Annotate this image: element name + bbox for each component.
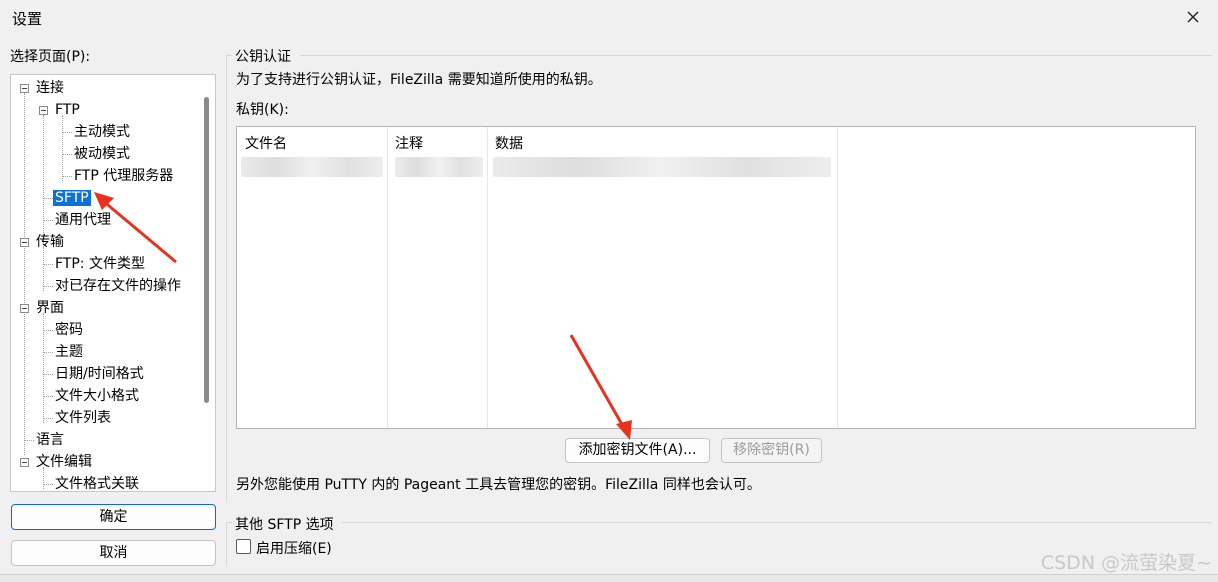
page-select-label: 选择页面(P):: [10, 49, 91, 65]
dialog-title: 设置: [12, 10, 43, 28]
pageant-note: 另外您能使用 PuTTY 内的 Pageant 工具去管理您的密钥。FileZi…: [236, 477, 761, 493]
tree-item-label: 被动模式: [74, 146, 130, 162]
group-border: [226, 522, 227, 566]
column-separator: [487, 127, 488, 428]
close-button[interactable]: [1180, 4, 1206, 30]
redacted-cell: [241, 157, 383, 177]
collapse-toggle-icon[interactable]: [20, 304, 29, 313]
tree-connector: [43, 115, 44, 249]
tree-item-passwords[interactable]: 密码: [55, 320, 83, 340]
group-border: [226, 55, 227, 501]
tree-item-file-exists-action[interactable]: 对已存在文件的操作: [55, 276, 181, 296]
tree-connector: [62, 132, 72, 133]
tree-connector: [43, 396, 53, 397]
collapse-toggle-icon[interactable]: [20, 238, 29, 247]
tree-item-transfer[interactable]: 传输: [36, 232, 64, 252]
tree-item-label: 主题: [55, 344, 83, 360]
tree-connector: [43, 484, 53, 485]
tree-connector: [43, 264, 53, 265]
pubkey-description: 为了支持进行公钥认证，FileZilla 需要知道所使用的私钥。: [236, 72, 602, 88]
tree-item-label: 对已存在文件的操作: [55, 278, 181, 294]
tree-item-label: 文件列表: [55, 410, 111, 426]
settings-dialog: { "dialog": { "title": "设置", "close_icon…: [0, 0, 1218, 582]
tree-item-label: 连接: [36, 80, 64, 96]
column-header-comment[interactable]: 注释: [395, 133, 423, 153]
tree-item-passive-mode[interactable]: 被动模式: [74, 144, 130, 164]
collapse-toggle-icon[interactable]: [20, 84, 29, 93]
ok-button-label: 确定: [99, 509, 128, 525]
page-tree: 连接 FTP 主动模式 被动模式 FTP 代理服务器 SFTP 通用代理 传输 …: [10, 74, 216, 492]
tree-connector: [43, 286, 53, 287]
tree-connector: [62, 154, 72, 155]
tree-connector: [43, 374, 53, 375]
redacted-cell: [395, 157, 483, 177]
tree-item-label: 主动模式: [74, 124, 130, 140]
collapse-toggle-icon[interactable]: [20, 458, 29, 467]
tree-item-label: 传输: [36, 234, 64, 250]
tree-scrollbar[interactable]: [204, 97, 209, 403]
tree-item-interface[interactable]: 界面: [36, 298, 64, 318]
column-header-filename[interactable]: 文件名: [245, 133, 287, 153]
add-key-file-label: 添加密钥文件(A)...: [578, 442, 697, 458]
tree-item-label: 界面: [36, 300, 64, 316]
annotation-arrow-icon: [94, 192, 177, 264]
tree-item-label: FTP 代理服务器: [74, 168, 174, 184]
tree-connector: [62, 176, 72, 177]
tree-item-label: 文件编辑: [36, 454, 92, 470]
tree-connector: [43, 330, 53, 331]
tree-item-language[interactable]: 语言: [36, 430, 64, 450]
tree-item-filetype-associations[interactable]: 文件格式关联: [55, 474, 139, 492]
tree-connector: [43, 247, 44, 291]
other-options-title: 其他 SFTP 选项: [235, 517, 334, 533]
tree-item-sftp[interactable]: SFTP: [53, 188, 91, 208]
column-header-data[interactable]: 数据: [495, 133, 523, 153]
cancel-button[interactable]: 取消: [11, 540, 216, 566]
tree-connector: [43, 418, 53, 419]
tree-connector: [43, 220, 53, 221]
pubkey-group-title: 公钥认证: [235, 49, 291, 65]
redacted-cell: [493, 157, 831, 177]
tree-item-file-editing[interactable]: 文件编辑: [36, 452, 92, 472]
tree-item-label: 语言: [36, 432, 64, 448]
private-key-table[interactable]: 文件名 注释 数据: [236, 126, 1196, 429]
remove-key-label: 移除密钥(R): [733, 442, 810, 458]
annotation-arrow-icon: [569, 334, 632, 440]
tree-item-ftp-proxy[interactable]: FTP 代理服务器: [74, 166, 173, 186]
tree-connector: [24, 93, 25, 455]
column-separator: [387, 127, 388, 428]
group-border: [342, 522, 1212, 523]
tree-item-themes[interactable]: 主题: [55, 342, 83, 362]
tree-item-label: SFTP: [53, 190, 91, 206]
group-border: [300, 55, 1212, 56]
tree-item-label: 密码: [55, 322, 83, 338]
compression-label[interactable]: 启用压缩(E): [256, 538, 332, 558]
tree-item-label: 日期/时间格式: [55, 366, 144, 382]
tree-item-ftp[interactable]: FTP: [55, 100, 80, 120]
tree-item-active-mode[interactable]: 主动模式: [74, 122, 130, 142]
tree-connector: [43, 198, 53, 199]
watermark: CSDN @流萤染夏~: [1040, 552, 1212, 574]
tree-item-datetime-format[interactable]: 日期/时间格式: [55, 364, 144, 384]
compression-checkbox[interactable]: [236, 539, 251, 554]
tree-connector: [43, 352, 53, 353]
close-icon: [1187, 11, 1199, 23]
tree-item-label: 文件大小格式: [55, 388, 139, 404]
tree-connector: [62, 115, 63, 181]
tree-item-filesize-format[interactable]: 文件大小格式: [55, 386, 139, 406]
tree-item-connection[interactable]: 连接: [36, 78, 64, 98]
tree-item-label: 文件格式关联: [55, 476, 139, 492]
tree-connector: [24, 440, 34, 441]
column-separator: [837, 127, 838, 428]
tree-item-label: FTP: [55, 102, 80, 118]
tree-item-file-lists[interactable]: 文件列表: [55, 408, 111, 428]
cancel-button-label: 取消: [99, 545, 128, 561]
collapse-toggle-icon[interactable]: [39, 106, 48, 115]
remove-key-button[interactable]: 移除密钥(R): [721, 438, 822, 463]
private-key-label: 私钥(K):: [236, 102, 289, 118]
ok-button[interactable]: 确定: [11, 504, 216, 530]
